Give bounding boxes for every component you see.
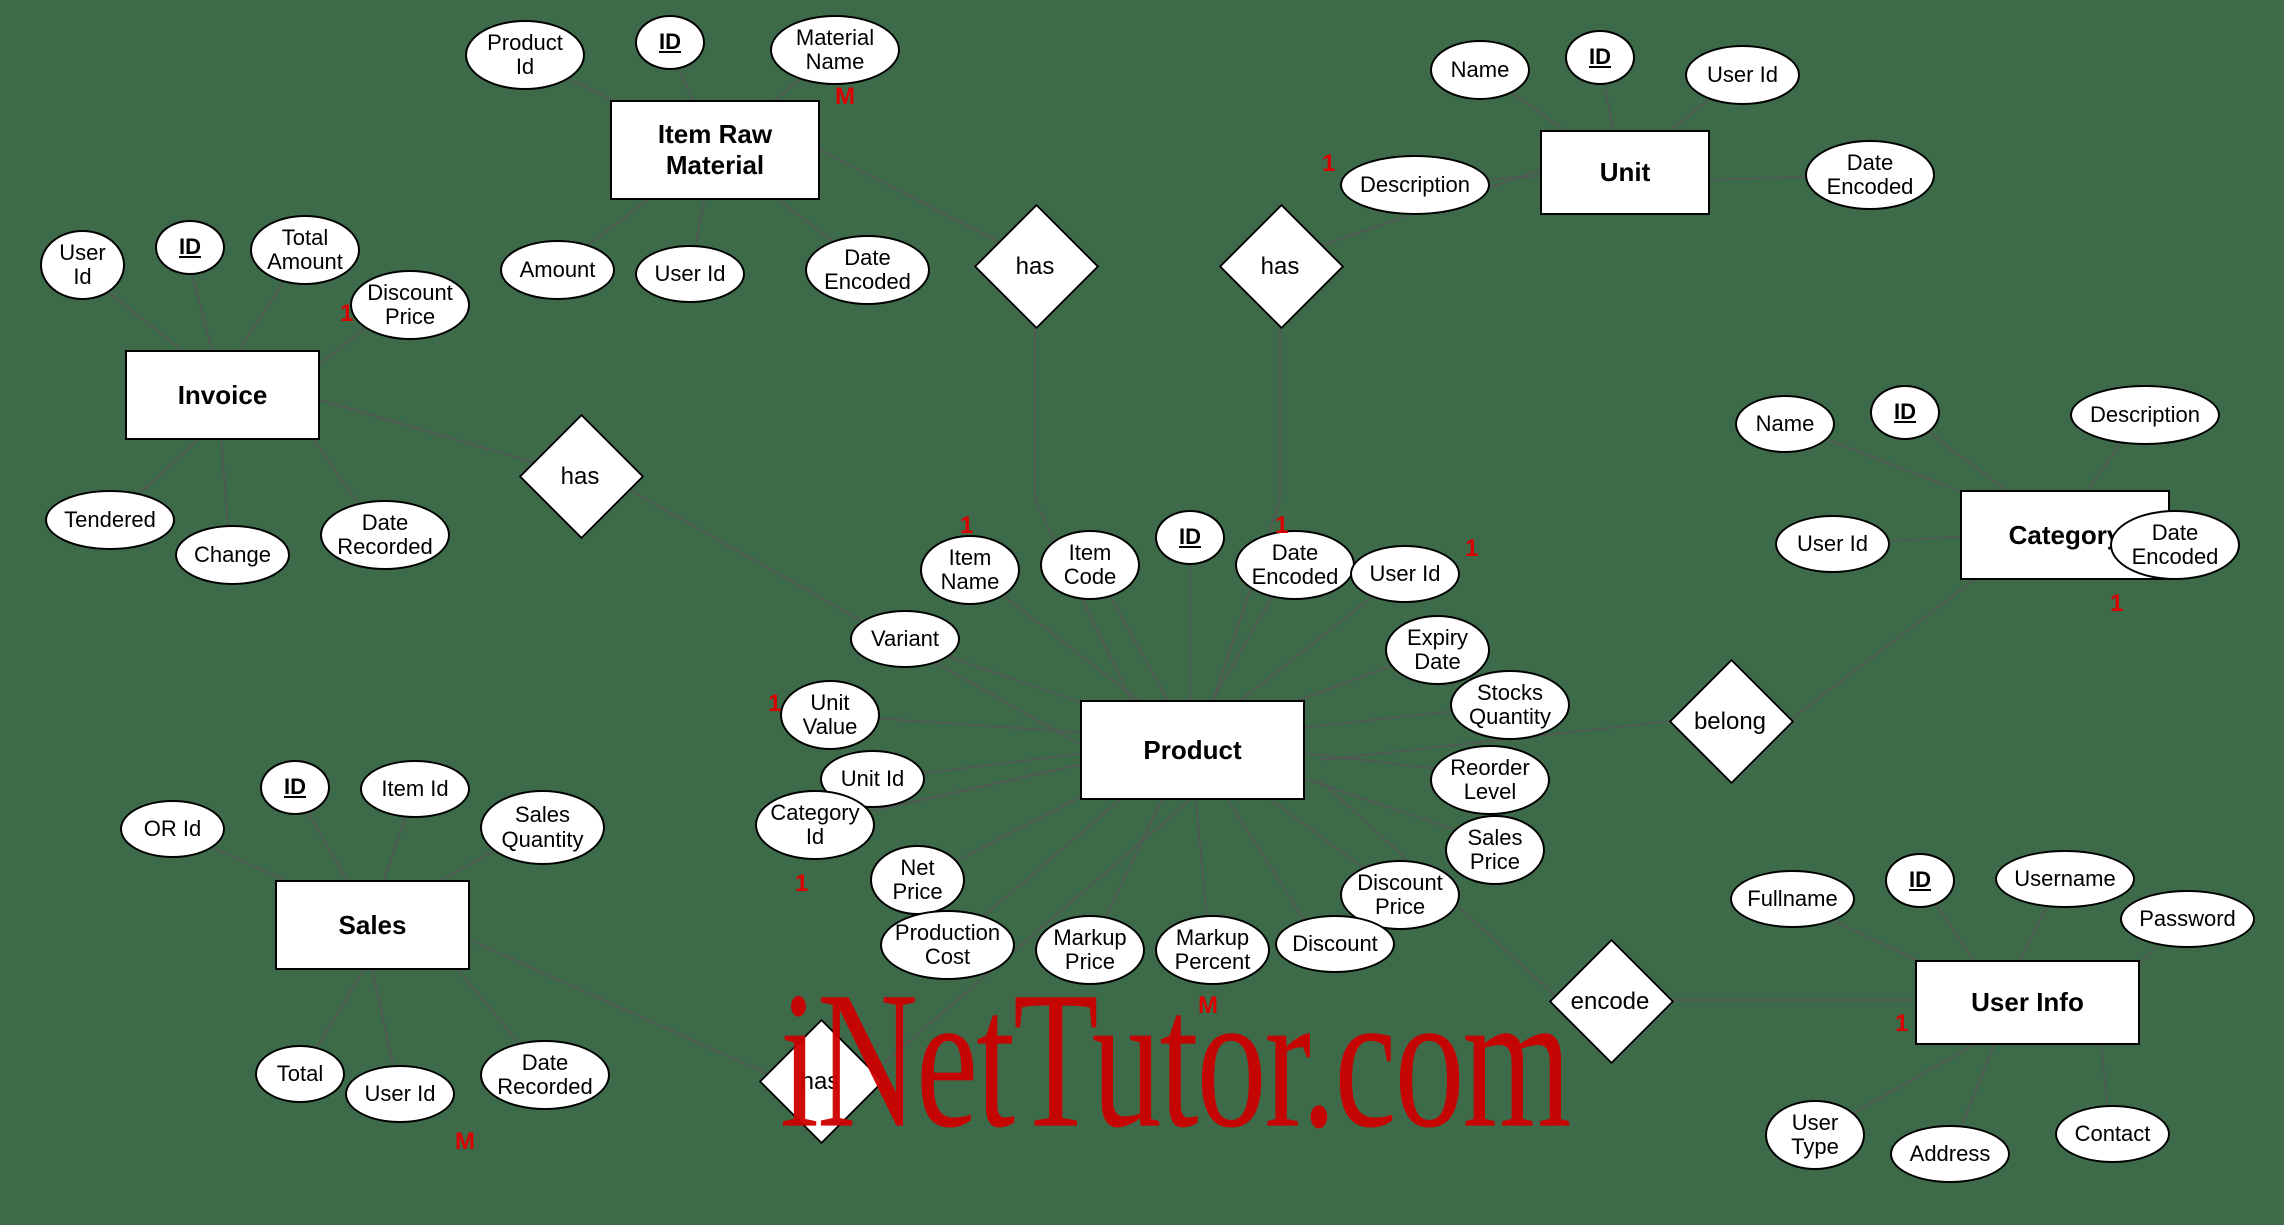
attr-prod-netprice: NetPrice <box>870 845 965 915</box>
attr-sales-userid: User Id <box>345 1065 455 1123</box>
card-userinfo-1: 1 <box>1895 1010 1908 1038</box>
attr-prod-dateenc: DateEncoded <box>1235 530 1355 600</box>
attr-inv-id: ID <box>155 220 225 275</box>
attr-prod-stocks: StocksQuantity <box>1450 670 1570 740</box>
attr-cat-desc: Description <box>2070 385 2220 445</box>
card-invoice-1: 1 <box>340 300 353 328</box>
attr-prod-userid: User Id <box>1350 545 1460 603</box>
relationship-belong: belong <box>1670 660 1790 780</box>
attr-ui-address: Address <box>1890 1125 2010 1183</box>
attr-unit-dateenc: DateEncoded <box>1805 140 1935 210</box>
attr-inv-daterec: DateRecorded <box>320 500 450 570</box>
relationship-has-itemraw: has <box>975 205 1095 325</box>
entity-item-raw-material: Item RawMaterial <box>610 100 820 200</box>
attr-sales-total: Total <box>255 1045 345 1103</box>
card-prod-userid-1: 1 <box>1465 535 1478 563</box>
attr-unit-id: ID <box>1565 30 1635 85</box>
entity-product: Product <box>1080 700 1305 800</box>
attr-material-name: MaterialName <box>770 15 900 85</box>
attr-inv-userid: UserId <box>40 230 125 300</box>
attr-prod-variant: Variant <box>850 610 960 668</box>
attr-prod-catid: CategoryId <box>755 790 875 860</box>
attr-unit-name: Name <box>1430 40 1530 100</box>
watermark-text: iNetTutor.com <box>780 948 1569 1173</box>
attr-ui-id: ID <box>1885 853 1955 908</box>
attr-cat-dateenc: DateEncoded <box>2110 510 2240 580</box>
attr-irm-id: ID <box>635 15 705 70</box>
relationship-has-invoice: has <box>520 415 640 535</box>
attr-irm-dateenc: DateEncoded <box>805 235 930 305</box>
attr-inv-tendered: Tendered <box>45 490 175 550</box>
attr-sales-daterec: DateRecorded <box>480 1040 610 1110</box>
entity-invoice: Invoice <box>125 350 320 440</box>
card-prod-catid-1: 1 <box>795 870 808 898</box>
card-prod-itemname-1: 1 <box>960 512 973 540</box>
attr-ui-usertype: UserType <box>1765 1100 1865 1170</box>
attr-inv-total: TotalAmount <box>250 215 360 285</box>
card-sales-m: M <box>455 1128 475 1156</box>
attr-prod-itemcode: ItemCode <box>1040 530 1140 600</box>
entity-userinfo: User Info <box>1915 960 2140 1045</box>
attr-sales-itemid: Item Id <box>360 760 470 818</box>
attr-prod-salesprice: SalesPrice <box>1445 815 1545 885</box>
card-itemraw-m: M <box>835 83 855 111</box>
attr-sales-qty: SalesQuantity <box>480 790 605 865</box>
attr-ui-contact: Contact <box>2055 1105 2170 1163</box>
attr-inv-discount: DiscountPrice <box>350 270 470 340</box>
card-prod-unitvalue-1: 1 <box>768 690 781 718</box>
attr-ui-username: Username <box>1995 850 2135 908</box>
relationship-has-unit: has <box>1220 205 1340 325</box>
card-prod-dateenc-1: 1 <box>1275 512 1288 540</box>
attr-product-id: ProductId <box>465 20 585 90</box>
attr-unit-desc: Description <box>1340 155 1490 215</box>
attr-inv-change: Change <box>175 525 290 585</box>
attr-prod-id: ID <box>1155 510 1225 565</box>
entity-sales: Sales <box>275 880 470 970</box>
attr-unit-userid: User Id <box>1685 45 1800 105</box>
attr-cat-id: ID <box>1870 385 1940 440</box>
attr-ui-password: Password <box>2120 890 2255 948</box>
attr-prod-expiry: ExpiryDate <box>1385 615 1490 685</box>
attr-prod-itemname: ItemName <box>920 535 1020 605</box>
attr-sales-id: ID <box>260 760 330 815</box>
attr-irm-amount: Amount <box>500 240 615 300</box>
card-unit-1: 1 <box>1322 150 1335 178</box>
attr-prod-reorder: ReorderLevel <box>1430 745 1550 815</box>
attr-sales-orid: OR Id <box>120 800 225 858</box>
entity-unit: Unit <box>1540 130 1710 215</box>
attr-irm-userid: User Id <box>635 245 745 303</box>
attr-cat-name: Name <box>1735 395 1835 453</box>
attr-prod-unitvalue: UnitValue <box>780 680 880 750</box>
attr-cat-userid: User Id <box>1775 515 1890 573</box>
card-cat-1: 1 <box>2110 590 2123 618</box>
attr-ui-fullname: Fullname <box>1730 870 1855 928</box>
